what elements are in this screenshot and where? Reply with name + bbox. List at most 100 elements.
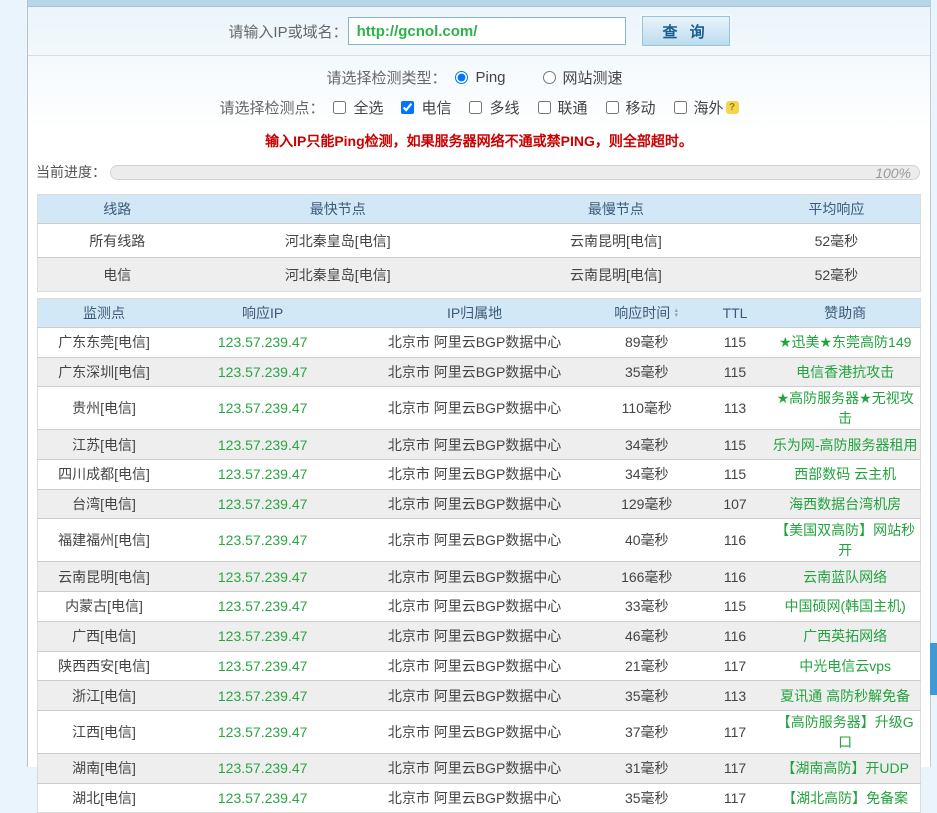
- cell-time: 33毫秒: [594, 592, 700, 622]
- help-icon[interactable]: ?: [726, 101, 739, 114]
- progress-percent: 100%: [875, 165, 911, 181]
- cell-time: 35毫秒: [594, 681, 700, 711]
- cell-location: 北京市 阿里云BGP数据中心: [355, 592, 593, 622]
- cell-location: 北京市 阿里云BGP数据中心: [355, 681, 593, 711]
- checkbox-overseas[interactable]: 海外: [674, 97, 724, 118]
- checkbox-all[interactable]: 全选: [333, 97, 383, 118]
- cell-sponsor[interactable]: 【湖南高防】开UDP: [770, 753, 920, 783]
- cell-node: 广西[电信]: [38, 621, 170, 651]
- cell-node: 四川成都[电信]: [38, 460, 170, 490]
- cell-location: 北京市 阿里云BGP数据中心: [355, 357, 593, 387]
- cell-sponsor[interactable]: 【湖北高防】免备案: [770, 783, 920, 813]
- cell-sponsor[interactable]: 中国硕网(韩国主机): [770, 592, 920, 622]
- cell-sponsor[interactable]: 西部数码 云主机: [770, 460, 920, 490]
- cell-sponsor[interactable]: 【高防服务器】升级G口: [770, 710, 920, 753]
- cell-sponsor[interactable]: 夏讯通 高防秒解免备: [770, 681, 920, 711]
- checkbox-all-input[interactable]: [333, 101, 346, 114]
- cell-node: 江西[电信]: [38, 710, 170, 753]
- checkbox-overseas-input[interactable]: [674, 101, 687, 114]
- top-bar: [28, 0, 930, 7]
- cell-location: 北京市 阿里云BGP数据中心: [355, 328, 593, 358]
- checkbox-multiline-label: 多线: [489, 97, 519, 118]
- cell-sponsor[interactable]: 云南蓝队网络: [770, 562, 920, 592]
- progress-bar: 100%: [110, 165, 920, 180]
- results-header-node: 监测点: [38, 299, 170, 328]
- cell-location: 北京市 阿里云BGP数据中心: [355, 753, 593, 783]
- table-row: 贵州[电信]123.57.239.47北京市 阿里云BGP数据中心110毫秒11…: [38, 387, 921, 430]
- cell-ttl: 113: [700, 681, 771, 711]
- cell-node: 福建福州[电信]: [38, 519, 170, 562]
- cell-node: 浙江[电信]: [38, 681, 170, 711]
- table-row: 福建福州[电信]123.57.239.47北京市 阿里云BGP数据中心40毫秒1…: [38, 519, 921, 562]
- cell-ip: 123.57.239.47: [170, 519, 355, 562]
- cell-node: 广东深圳[电信]: [38, 357, 170, 387]
- table-row: 湖南[电信]123.57.239.47北京市 阿里云BGP数据中心31毫秒117…: [38, 753, 921, 783]
- table-row: 云南昆明[电信]123.57.239.47北京市 阿里云BGP数据中心166毫秒…: [38, 562, 921, 592]
- cell-fastest: 河北秦皇岛[电信]: [196, 258, 479, 292]
- side-widget[interactable]: [930, 643, 937, 695]
- summary-header-row: 线路 最快节点 最慢节点 平均响应: [38, 195, 921, 224]
- cell-sponsor[interactable]: 乐为网-高防服务器租用: [770, 430, 920, 460]
- points-label: 请选择检测点：: [219, 97, 324, 118]
- cell-ip: 123.57.239.47: [170, 328, 355, 358]
- table-row: 广东深圳[电信]123.57.239.47北京市 阿里云BGP数据中心35毫秒1…: [38, 357, 921, 387]
- results-header-time[interactable]: 响应时间▲▼: [594, 299, 700, 328]
- cell-location: 北京市 阿里云BGP数据中心: [355, 387, 593, 430]
- summary-header-line: 线路: [38, 195, 197, 224]
- table-row: 江西[电信]123.57.239.47北京市 阿里云BGP数据中心37毫秒117…: [38, 710, 921, 753]
- summary-header-fastest: 最快节点: [196, 195, 479, 224]
- checkbox-mobile[interactable]: 移动: [606, 97, 656, 118]
- cell-sponsor[interactable]: 广西英拓网络: [770, 621, 920, 651]
- cell-ip: 123.57.239.47: [170, 710, 355, 753]
- checkbox-mobile-input[interactable]: [606, 101, 619, 114]
- cell-ip: 123.57.239.47: [170, 489, 355, 519]
- cell-sponsor[interactable]: ★高防服务器★无视攻击: [770, 387, 920, 430]
- cell-node: 云南昆明[电信]: [38, 562, 170, 592]
- cell-location: 北京市 阿里云BGP数据中心: [355, 562, 593, 592]
- cell-sponsor[interactable]: 【美国双高防】网站秒开: [770, 519, 920, 562]
- cell-ttl: 115: [700, 328, 771, 358]
- cell-sponsor[interactable]: 电信香港抗攻击: [770, 357, 920, 387]
- radio-ping-input[interactable]: [455, 71, 468, 84]
- points-row: 请选择检测点： 全选 电信 多线 联通 移动 海外 ?: [28, 97, 930, 118]
- cell-ip: 123.57.239.47: [170, 430, 355, 460]
- cell-ip: 123.57.239.47: [170, 357, 355, 387]
- cell-line: 电信: [38, 258, 197, 292]
- table-row: 浙江[电信]123.57.239.47北京市 阿里云BGP数据中心35毫秒113…: [38, 681, 921, 711]
- cell-sponsor[interactable]: 海西数据台湾机房: [770, 489, 920, 519]
- checkbox-unicom[interactable]: 联通: [538, 97, 588, 118]
- cell-ttl: 107: [700, 489, 771, 519]
- checkbox-overseas-label: 海外: [694, 97, 724, 118]
- cell-location: 北京市 阿里云BGP数据中心: [355, 430, 593, 460]
- cell-location: 北京市 阿里云BGP数据中心: [355, 710, 593, 753]
- cell-sponsor[interactable]: 中光电信云vps: [770, 651, 920, 681]
- cell-ip: 123.57.239.47: [170, 562, 355, 592]
- radio-webspeed[interactable]: 网站测速: [543, 67, 623, 88]
- cell-ip: 123.57.239.47: [170, 651, 355, 681]
- cell-slowest: 云南昆明[电信]: [479, 224, 753, 258]
- results-table: 监测点 响应IP IP归属地 响应时间▲▼ TTL 赞助商 广东东莞[电信]12…: [37, 298, 921, 813]
- cell-time: 110毫秒: [594, 387, 700, 430]
- sort-icon[interactable]: ▲▼: [673, 309, 679, 319]
- results-header-location: IP归属地: [355, 299, 593, 328]
- cell-ip: 123.57.239.47: [170, 621, 355, 651]
- cell-time: 129毫秒: [594, 489, 700, 519]
- query-form: 请输入IP或域名： 查 询: [28, 7, 930, 56]
- checkbox-telecom-input[interactable]: [401, 101, 414, 114]
- checkbox-telecom[interactable]: 电信: [401, 97, 451, 118]
- radio-webspeed-input[interactable]: [543, 71, 556, 84]
- query-button[interactable]: 查 询: [642, 16, 730, 46]
- url-input[interactable]: [348, 17, 626, 45]
- cell-node: 广东东莞[电信]: [38, 328, 170, 358]
- checkbox-unicom-input[interactable]: [538, 101, 551, 114]
- table-row: 湖北[电信]123.57.239.47北京市 阿里云BGP数据中心35毫秒117…: [38, 783, 921, 813]
- cell-location: 北京市 阿里云BGP数据中心: [355, 621, 593, 651]
- radio-ping[interactable]: Ping: [455, 69, 505, 86]
- cell-slowest: 云南昆明[电信]: [479, 258, 753, 292]
- checkbox-multiline[interactable]: 多线: [469, 97, 519, 118]
- checkbox-multiline-input[interactable]: [469, 101, 482, 114]
- cell-time: 35毫秒: [594, 783, 700, 813]
- cell-sponsor[interactable]: ★迅美★东莞高防149: [770, 328, 920, 358]
- checkbox-mobile-label: 移动: [626, 97, 656, 118]
- checkbox-all-label: 全选: [353, 97, 383, 118]
